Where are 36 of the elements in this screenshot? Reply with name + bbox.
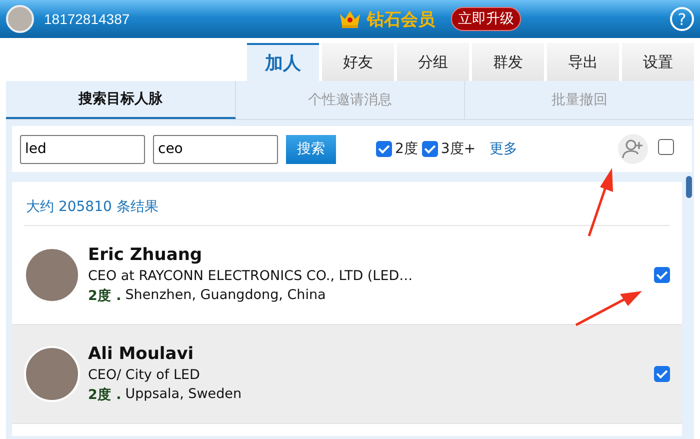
keyword-field[interactable]: led xyxy=(20,134,145,164)
crown-icon xyxy=(338,10,361,28)
scrollbar-thumb[interactable] xyxy=(686,176,692,198)
person-location: Uppsala, Sweden xyxy=(125,386,242,404)
more-link[interactable]: 更多 xyxy=(490,140,518,158)
membership-label: 钻石会员 xyxy=(366,8,435,30)
nav-tab[interactable]: 分组 xyxy=(397,43,469,81)
select-checkbox[interactable] xyxy=(654,366,670,382)
phone-number: 18172814387 xyxy=(44,11,130,27)
person-headline: CEO at RAYCONN ELECTRONICS CO., LTD (LED… xyxy=(88,268,414,284)
degree-label: 2度 xyxy=(395,140,418,158)
select-checkbox[interactable] xyxy=(654,267,670,283)
connection-degree: 2度 . xyxy=(88,287,122,305)
nav-tab[interactable]: 导出 xyxy=(547,43,619,81)
degree-checkbox[interactable] xyxy=(376,141,392,157)
result-row[interactable]: Ali Moulavi CEO/ City of LED 2度 . Uppsala, Sweden xyxy=(12,325,682,424)
person-name: Ali Moulavi xyxy=(88,344,195,364)
degree-label: 3度+ xyxy=(440,140,476,158)
nav-tab[interactable]: 好友 xyxy=(322,43,394,81)
connection-degree: 2度 . xyxy=(88,386,122,404)
annotation-arrow xyxy=(575,291,642,326)
person-name: Eric Zhuang xyxy=(88,245,204,265)
title-field[interactable]: ceo xyxy=(153,134,278,164)
nav-tab[interactable]: 设置 xyxy=(622,43,694,81)
help-button[interactable]: ? xyxy=(670,7,694,31)
annotation-arrow xyxy=(588,168,613,236)
person-headline: CEO/ City of LED xyxy=(88,367,201,383)
person-location: Shenzhen, Guangdong, China xyxy=(125,287,326,305)
nav-tab[interactable]: 群发 xyxy=(472,43,544,81)
upgrade-button[interactable]: 立即升级 xyxy=(450,7,521,31)
search-button[interactable]: 搜索 xyxy=(286,134,336,164)
nav-tab[interactable]: 加人 xyxy=(247,43,319,81)
select-all-checkbox[interactable] xyxy=(658,139,674,155)
user-avatar[interactable] xyxy=(6,5,34,33)
add-person-icon[interactable] xyxy=(618,134,648,164)
degree-checkbox[interactable] xyxy=(422,141,438,157)
